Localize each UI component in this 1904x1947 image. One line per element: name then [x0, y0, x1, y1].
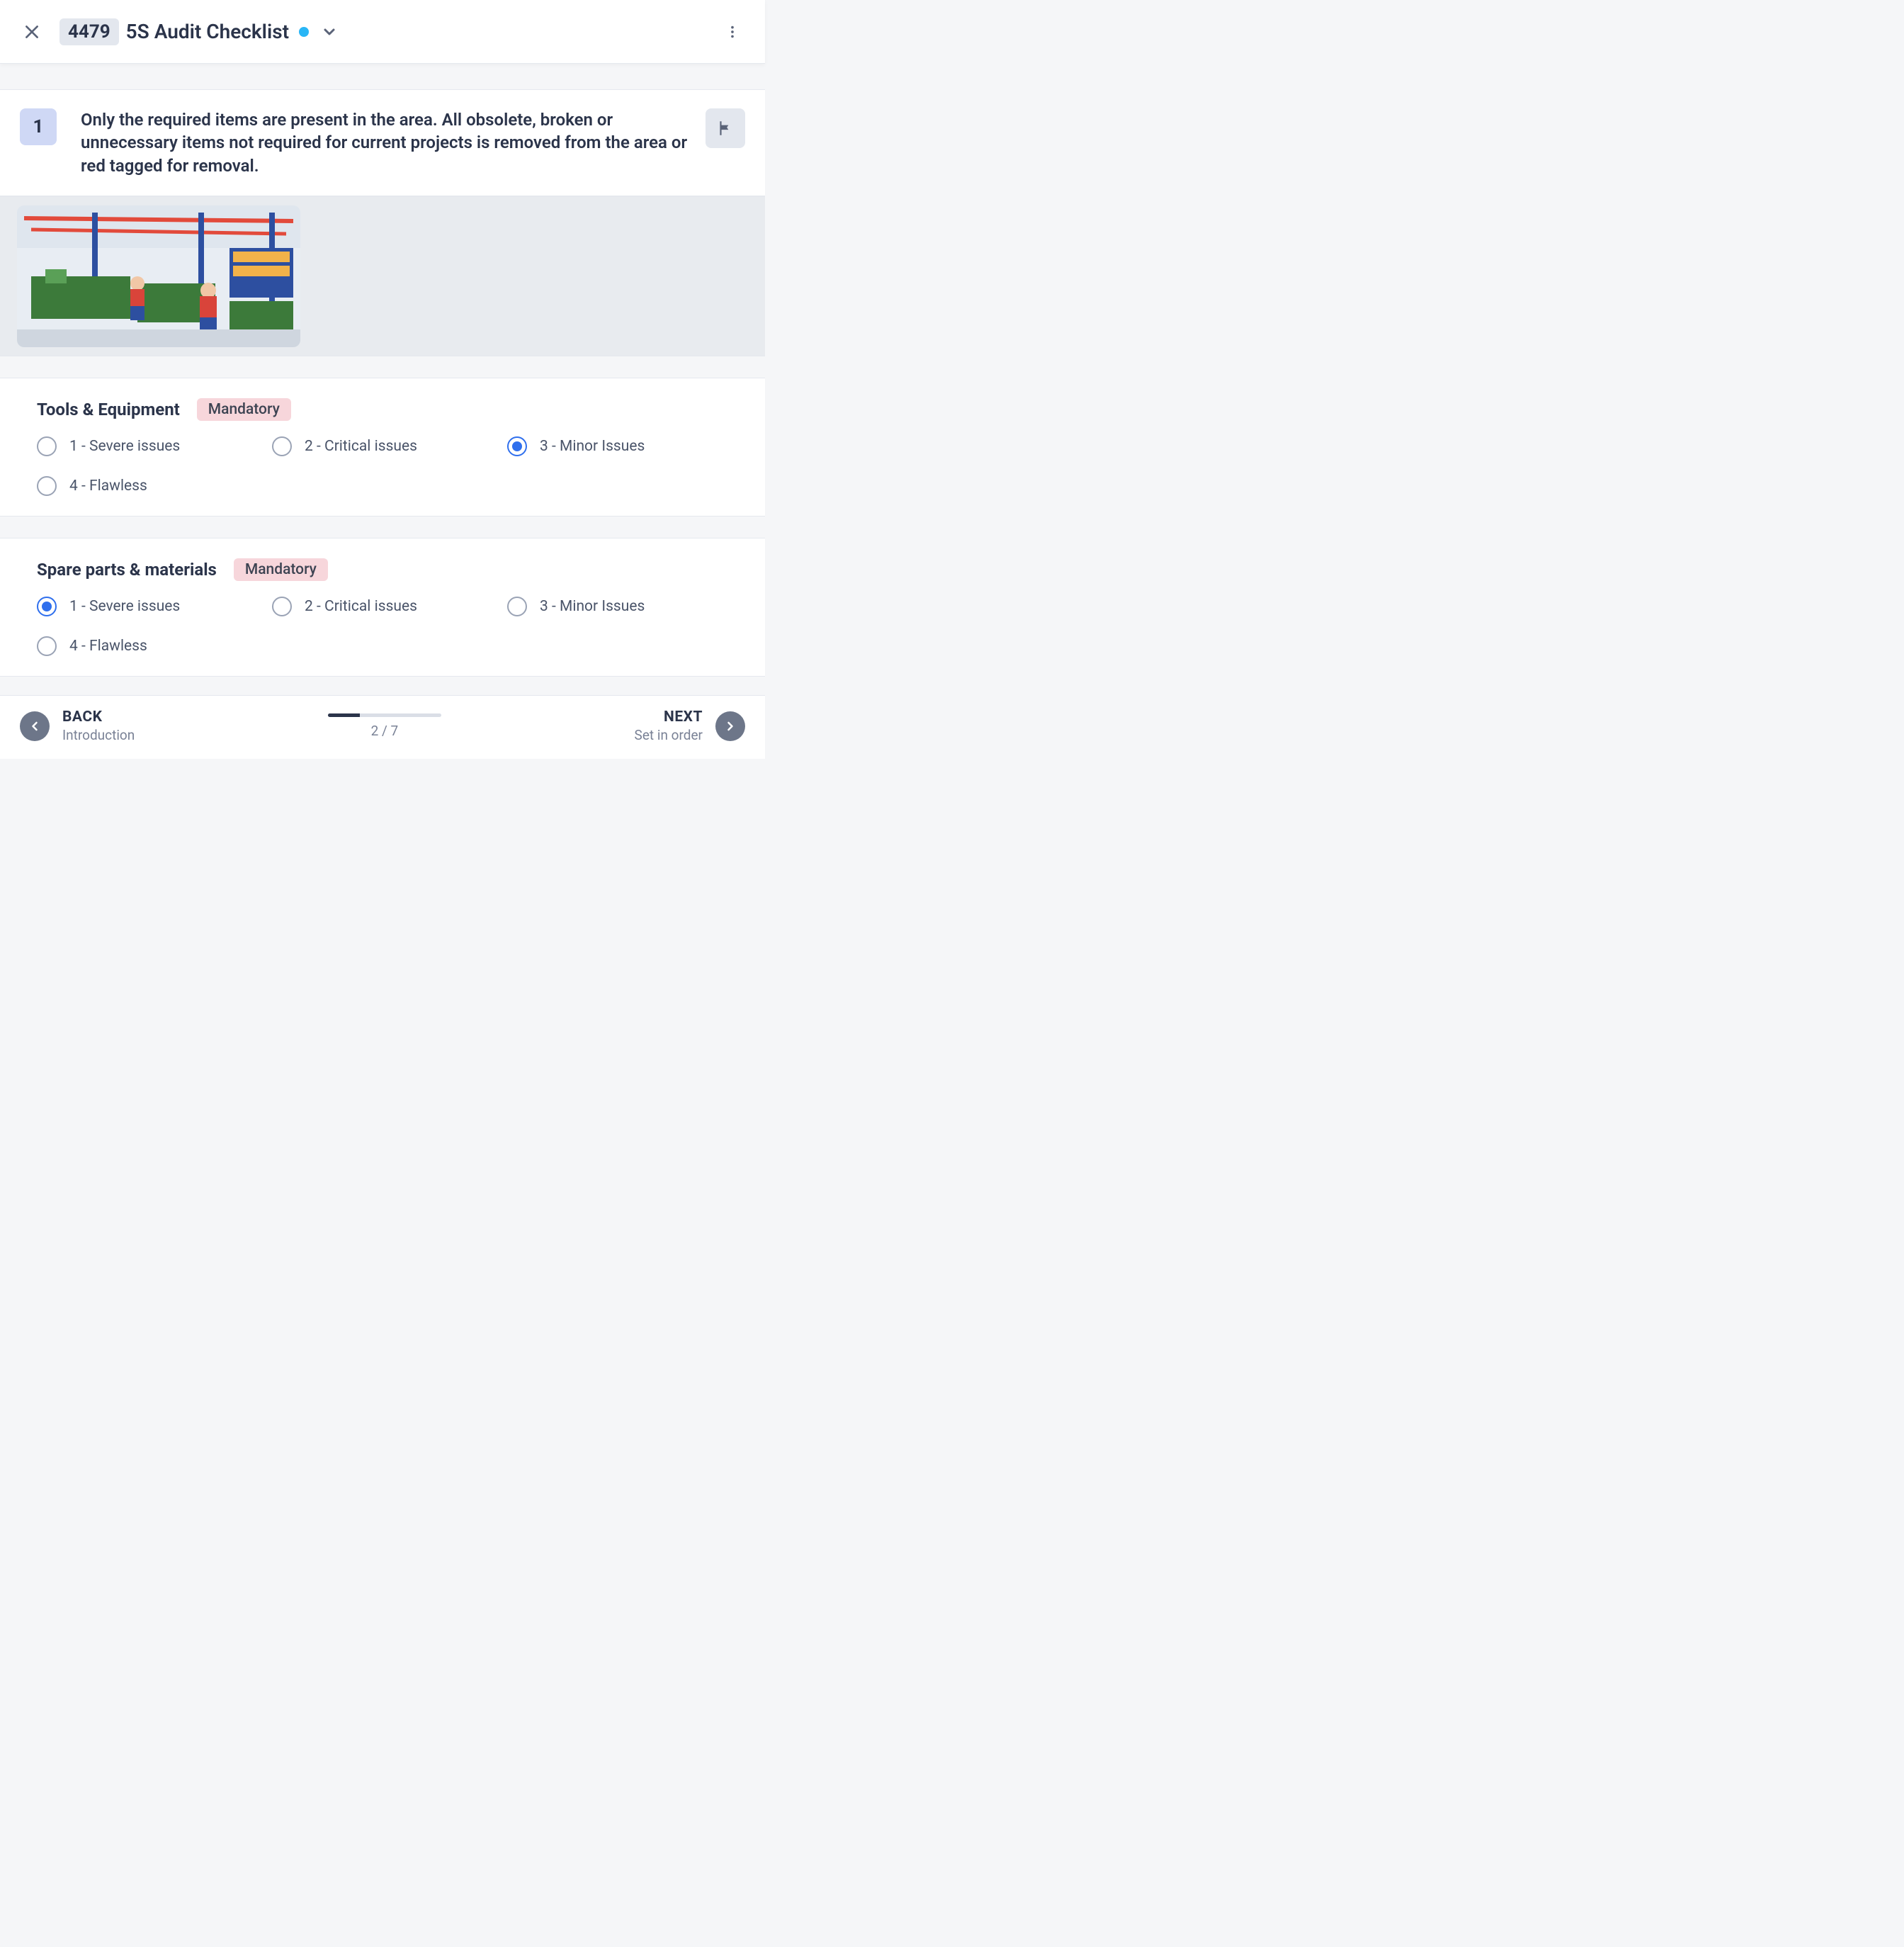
option-severe-issues[interactable]: 1 - Severe issues — [37, 436, 258, 456]
option-label: 4 - Flawless — [69, 478, 147, 495]
next-label: NEXT — [635, 709, 703, 726]
attached-image-thumbnail[interactable] — [17, 205, 300, 347]
option-label: 3 - Minor Issues — [540, 598, 645, 615]
mandatory-badge: Mandatory — [197, 398, 291, 421]
option-severe-issues[interactable]: 1 - Severe issues — [37, 597, 258, 616]
question-text: Only the required items are present in t… — [81, 108, 706, 177]
section-title: Tools & Equipment — [37, 400, 180, 419]
section-title: Spare parts & materials — [37, 560, 217, 580]
section-tools-equipment: Tools & Equipment Mandatory 1 - Severe i… — [0, 378, 765, 517]
progress-indicator: 2 / 7 — [135, 713, 634, 739]
question-header: 1 Only the required items are present in… — [0, 89, 765, 196]
page-title: 5S Audit Checklist — [126, 20, 289, 43]
radio-icon — [37, 597, 57, 616]
radio-icon — [37, 636, 57, 656]
option-critical-issues[interactable]: 2 - Critical issues — [272, 597, 493, 616]
option-label: 4 - Flawless — [69, 638, 147, 655]
progress-fill — [328, 713, 360, 717]
radio-icon — [507, 436, 527, 456]
option-flawless[interactable]: 4 - Flawless — [37, 636, 258, 656]
next-button[interactable]: NEXT Set in order — [635, 709, 745, 743]
option-critical-issues[interactable]: 2 - Critical issues — [272, 436, 493, 456]
next-sublabel: Set in order — [635, 727, 703, 743]
option-label: 2 - Critical issues — [305, 598, 417, 615]
option-label: 2 - Critical issues — [305, 438, 417, 455]
option-minor-issues[interactable]: 3 - Minor Issues — [507, 436, 728, 456]
top-bar: 4479 5S Audit Checklist — [0, 0, 765, 64]
chevron-left-icon — [20, 711, 50, 741]
image-strip — [0, 196, 765, 356]
back-button[interactable]: BACK Introduction — [20, 709, 135, 743]
option-flawless[interactable]: 4 - Flawless — [37, 476, 258, 496]
section-spare-parts: Spare parts & materials Mandatory 1 - Se… — [0, 538, 765, 677]
back-label: BACK — [62, 709, 135, 726]
close-icon[interactable] — [20, 20, 44, 44]
footer-nav: BACK Introduction 2 / 7 NEXT Set in orde… — [0, 695, 765, 759]
chevron-down-icon[interactable] — [319, 21, 340, 43]
option-label: 1 - Severe issues — [69, 438, 180, 455]
question-number: 1 — [20, 108, 57, 145]
record-id-badge: 4479 — [60, 18, 119, 45]
status-dot — [299, 27, 309, 37]
radio-icon — [37, 476, 57, 496]
back-sublabel: Introduction — [62, 727, 135, 743]
flag-button[interactable] — [706, 108, 745, 148]
page-counter: 2 / 7 — [371, 723, 399, 739]
option-label: 3 - Minor Issues — [540, 438, 645, 455]
option-minor-issues[interactable]: 3 - Minor Issues — [507, 597, 728, 616]
radio-icon — [272, 597, 292, 616]
radio-icon — [272, 436, 292, 456]
mandatory-badge: Mandatory — [234, 558, 328, 581]
option-label: 1 - Severe issues — [69, 598, 180, 615]
more-menu-icon[interactable] — [720, 19, 745, 45]
radio-icon — [37, 436, 57, 456]
chevron-right-icon — [715, 711, 745, 741]
radio-icon — [507, 597, 527, 616]
